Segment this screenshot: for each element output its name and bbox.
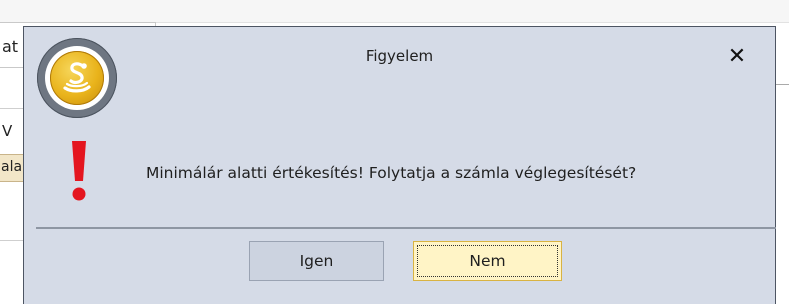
background-field-top-text: at <box>2 37 19 56</box>
dialog-message: Minimálár alatti értékesítés! Folytatja … <box>146 164 637 182</box>
close-button[interactable]: ✕ <box>724 43 750 69</box>
background-field-mid-text: V <box>2 122 13 140</box>
button-separator <box>36 227 776 229</box>
confirm-dialog: Figyelem ✕ Minimálár alatti értékesítés!… <box>23 26 776 304</box>
dialog-title: Figyelem <box>365 47 434 65</box>
no-button[interactable]: Nem <box>413 241 562 281</box>
exclamation-icon <box>72 141 86 201</box>
yes-button-label: Igen <box>299 252 334 270</box>
focus-outline <box>417 245 558 277</box>
background-field-low-text: ala <box>1 159 23 175</box>
close-icon: ✕ <box>727 43 747 69</box>
background-toolbar-strip <box>0 0 789 23</box>
background-right-edge <box>775 84 789 85</box>
yes-button[interactable]: Igen <box>249 241 384 281</box>
